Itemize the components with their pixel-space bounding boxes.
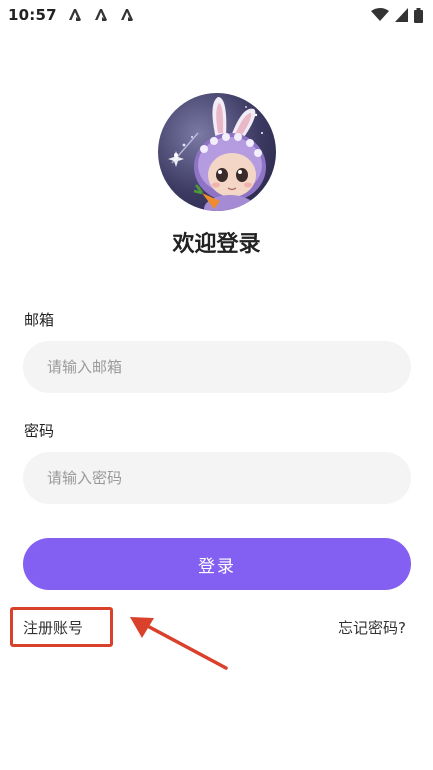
wifi-icon — [371, 8, 389, 21]
app-notification-icon — [68, 9, 81, 21]
app-notification-icon — [94, 9, 107, 21]
signal-icon — [395, 8, 408, 22]
forgot-password-link[interactable]: 忘记密码? — [338, 617, 406, 638]
email-label: 邮箱 — [24, 311, 55, 329]
app-notification-icon — [120, 9, 133, 21]
password-label: 密码 — [24, 422, 55, 440]
email-field[interactable] — [23, 341, 411, 393]
login-button[interactable]: 登录 — [23, 538, 411, 590]
battery-icon — [414, 7, 423, 23]
annotation-arrow-icon — [130, 617, 228, 670]
avatar — [158, 93, 276, 211]
annotation-highlight-box — [10, 607, 113, 647]
bunny-avatar-icon — [168, 97, 266, 211]
login-screen: 10:57 欢迎登录 邮箱 请输入邮箱 密码 登录 注册账号 忘记密码? — [0, 0, 433, 770]
status-bar-left: 10:57 — [8, 6, 135, 24]
status-bar: 10:57 — [0, 0, 433, 30]
status-bar-right — [371, 7, 423, 23]
page-title: 欢迎登录 — [172, 232, 261, 257]
status-time: 10:57 — [8, 6, 57, 24]
password-field[interactable] — [23, 452, 411, 504]
